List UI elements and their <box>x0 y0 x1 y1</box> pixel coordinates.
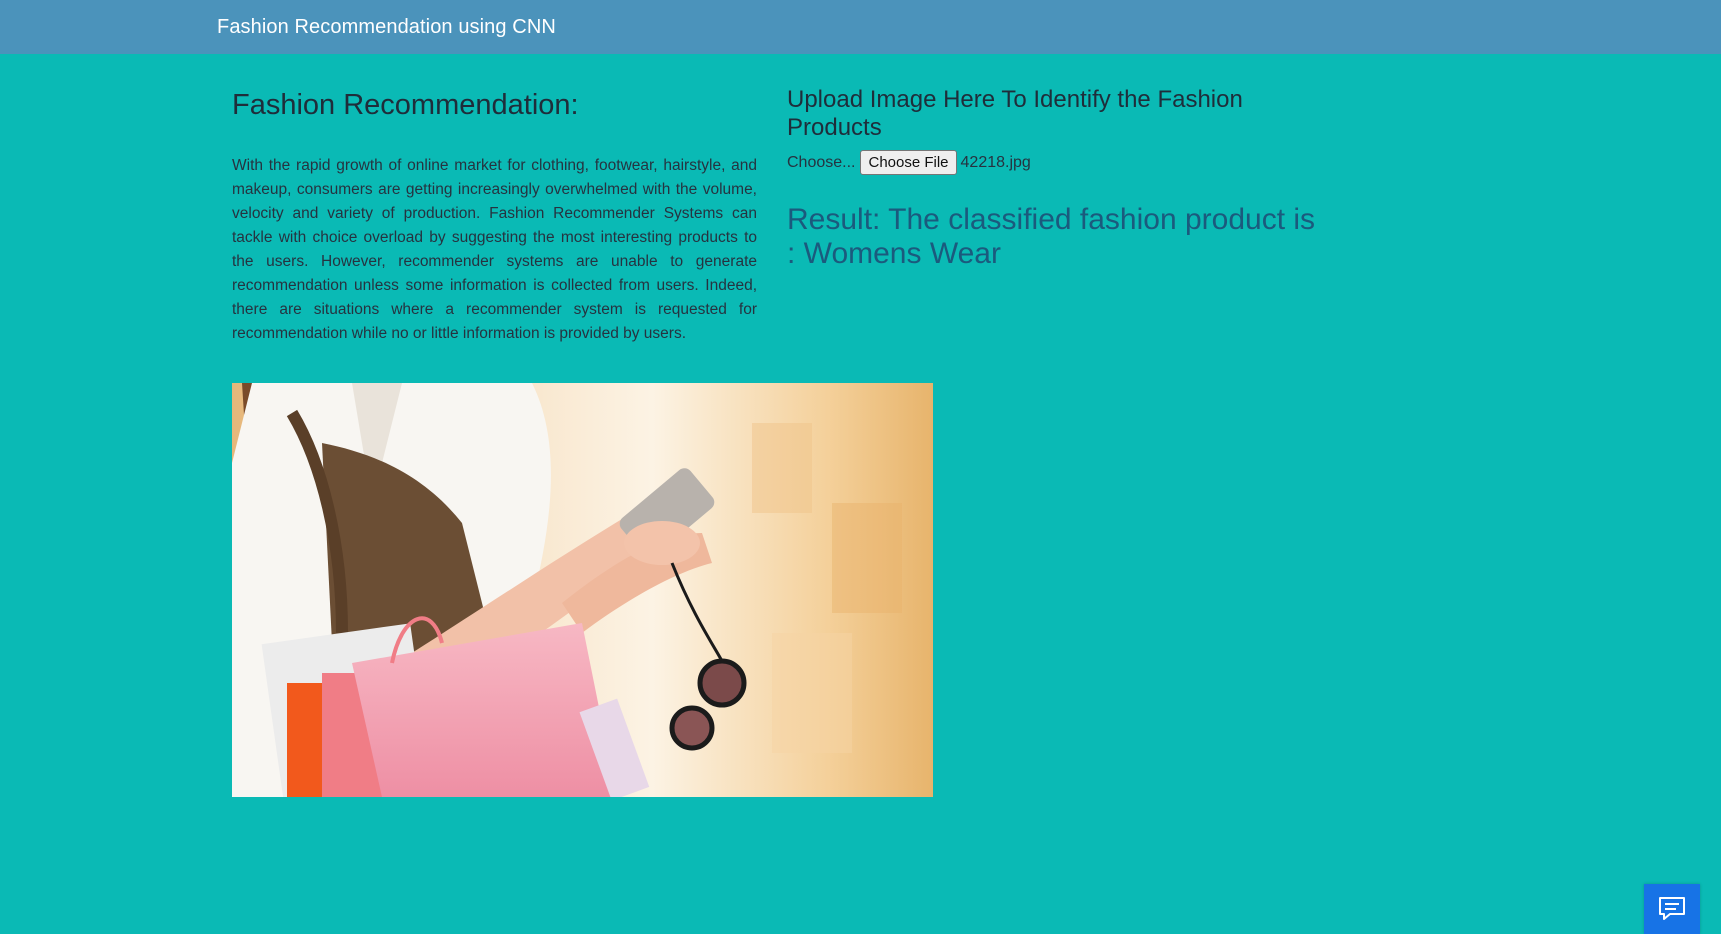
intro-description: With the rapid growth of online market f… <box>232 157 757 342</box>
file-upload-row: Choose... Choose File 42218.jpg <box>787 150 1327 175</box>
navbar-brand[interactable]: Fashion Recommendation using CNN <box>217 16 556 39</box>
choose-label: Choose... <box>787 153 856 171</box>
upload-title: Upload Image Here To Identify the Fashio… <box>787 86 1243 141</box>
intro-section: Fashion Recommendation: With the rapid g… <box>232 84 757 346</box>
chat-icon <box>1659 897 1685 920</box>
navbar: Fashion Recommendation using CNN <box>0 0 1721 54</box>
intro-heading: Fashion Recommendation: <box>232 89 579 121</box>
chat-button[interactable] <box>1644 884 1700 934</box>
choose-file-button[interactable]: Choose File <box>860 150 957 175</box>
hero-image <box>232 383 933 797</box>
upload-section: Upload Image Here To Identify the Fashio… <box>787 86 1327 271</box>
shopping-woman-illustration <box>232 383 933 797</box>
selected-file-name: 42218.jpg <box>960 153 1031 171</box>
result-text: Result: The classified fashion product i… <box>787 203 1316 270</box>
